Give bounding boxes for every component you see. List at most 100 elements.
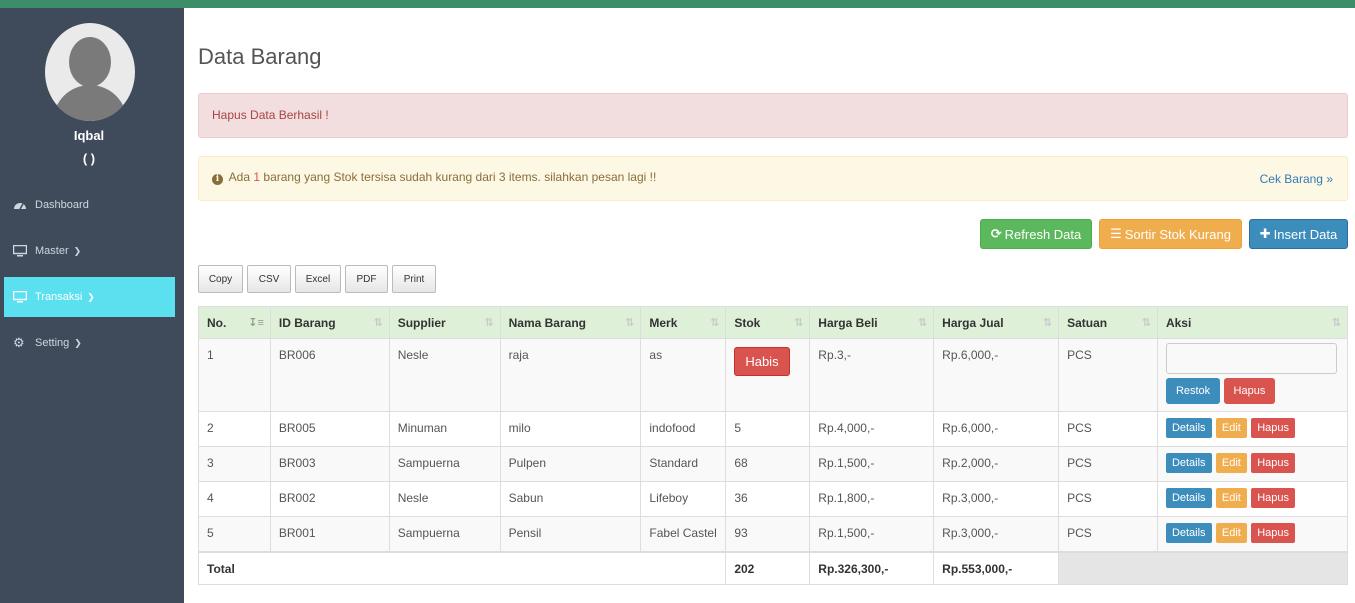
desktop-icon [13, 291, 27, 303]
sort-icon: ⇅ [373, 317, 383, 329]
total-sell-price: Rp.553,000,- [933, 550, 1060, 585]
delete-button[interactable]: Hapus [1251, 418, 1296, 438]
dashboard-icon [14, 203, 26, 210]
cell-id: BR003 [269, 446, 390, 482]
cell-supplier: Sampuerna [388, 516, 501, 552]
table-row: 4 BR002 Nesle Sabun Lifeboy 36 Rp.1,800,… [198, 481, 1349, 517]
details-button[interactable]: Details [1165, 523, 1212, 543]
details-button[interactable]: Details [1165, 488, 1212, 508]
cell-unit: PCS [1058, 338, 1158, 412]
items-table: No. ↧≡ ID Barang ⇅ Supplier ⇅ Nama Barang ⇅ … [197, 306, 1349, 585]
cell-brand: Standard [640, 446, 727, 482]
cell-supplier: Sampuerna [388, 446, 501, 482]
cell-stock: 5 [725, 411, 811, 447]
sidebar-item-dashboard[interactable]: Dashboard [0, 185, 184, 225]
cell-no: 2 [198, 411, 271, 447]
sort-icon: ⇅ [794, 317, 804, 329]
cell-unit: PCS [1058, 481, 1158, 517]
export-csv-button[interactable]: CSV [247, 265, 291, 293]
stock-warning-alert: i Ada 1 barang yang Stok tersisa sudah k… [198, 156, 1348, 201]
sidebar-item-label: Setting [35, 337, 70, 349]
cell-no: 4 [198, 481, 271, 517]
export-pdf-button[interactable]: PDF [345, 265, 388, 293]
cell-buy-price: Rp.3,- [809, 338, 935, 412]
top-bar [0, 0, 1355, 8]
col-header-sell-price[interactable]: Harga Jual ⇅ [933, 306, 1060, 339]
col-header-supplier[interactable]: Supplier ⇅ [388, 306, 501, 339]
delete-button[interactable]: Hapus [1251, 523, 1296, 543]
sidebar-item-setting[interactable]: ⚙ Setting ❯ [0, 323, 184, 363]
cell-name: Pulpen [499, 446, 642, 482]
cell-stock: 68 [725, 446, 811, 482]
cell-stock: Habis [725, 338, 811, 412]
sort-icon: ⇅ [917, 317, 928, 329]
sidebar-item-label: Transaksi [35, 291, 83, 303]
table-row: 3 BR003 Sampuerna Pulpen Standard 68 Rp.… [198, 446, 1349, 482]
col-header-no[interactable]: No. ↧≡ [198, 306, 271, 339]
col-header-id[interactable]: ID Barang ⇅ [269, 306, 390, 339]
out-of-stock-badge: Habis [734, 347, 790, 376]
gear-icon: ⚙ [13, 335, 25, 350]
sidebar-item-label: Master [35, 245, 69, 257]
total-stock: 202 [725, 550, 811, 585]
total-label: Total [197, 550, 727, 585]
col-header-buy-price[interactable]: Harga Beli ⇅ [809, 306, 935, 339]
sort-asc-icon: ↧≡ [248, 317, 264, 329]
cell-stock: 93 [725, 516, 811, 552]
details-button[interactable]: Details [1165, 418, 1212, 438]
cell-name: Sabun [499, 481, 642, 517]
cell-id: BR002 [269, 481, 390, 517]
export-copy-button[interactable]: Copy [198, 265, 243, 293]
cell-action: Restok Hapus [1156, 338, 1349, 412]
col-header-unit[interactable]: Satuan ⇅ [1058, 306, 1158, 339]
details-button[interactable]: Details [1165, 453, 1212, 473]
refresh-icon: ⟳ [990, 226, 1002, 241]
user-name: Iqbal [73, 128, 105, 143]
check-items-link[interactable]: Cek Barang » [1260, 172, 1333, 186]
col-header-name[interactable]: Nama Barang ⇅ [499, 306, 642, 339]
restock-button[interactable]: Restok [1165, 378, 1221, 404]
insert-button[interactable]: ✚ Insert Data [1249, 219, 1348, 249]
sort-icon: ⇅ [1141, 317, 1151, 329]
delete-button[interactable]: Hapus [1251, 453, 1296, 473]
cell-sell-price: Rp.3,000,- [933, 481, 1060, 517]
sort-low-stock-button[interactable]: ☰ Sortir Stok Kurang [1099, 219, 1242, 249]
info-icon: i [212, 174, 223, 185]
cell-buy-price: Rp.1,500,- [809, 446, 935, 482]
desktop-icon [13, 245, 27, 257]
cell-brand: indofood [640, 411, 727, 447]
edit-button[interactable]: Edit [1215, 488, 1247, 508]
alert-text: Hapus Data Berhasil ! [212, 108, 329, 122]
delete-button[interactable]: Hapus [1251, 488, 1296, 508]
edit-button[interactable]: Edit [1215, 418, 1247, 438]
plus-icon: ✚ [1259, 226, 1271, 241]
sidebar-item-transaksi[interactable]: Transaksi ❯ [4, 277, 175, 317]
delete-button[interactable]: Hapus [1223, 378, 1276, 404]
sidebar-nav: Dashboard Master ❯ Transaksi ❯ ⚙ Setting… [0, 185, 184, 369]
sort-icon: ⇅ [1331, 317, 1341, 329]
cell-id: BR001 [269, 516, 390, 552]
chevron-down-icon: ❯ [73, 245, 82, 256]
sort-icon: ⇅ [1042, 317, 1053, 329]
cell-buy-price: Rp.1,800,- [809, 481, 935, 517]
cell-sell-price: Rp.6,000,- [933, 411, 1060, 447]
edit-button[interactable]: Edit [1215, 523, 1247, 543]
cell-supplier: Nesle [388, 481, 501, 517]
edit-button[interactable]: Edit [1215, 453, 1247, 473]
export-excel-button[interactable]: Excel [295, 265, 341, 293]
cell-no: 3 [198, 446, 271, 482]
cell-name: raja [499, 338, 642, 412]
page-title: Data Barang [198, 44, 322, 69]
col-header-brand[interactable]: Merk ⇅ [640, 306, 727, 339]
cell-unit: PCS [1058, 516, 1158, 552]
col-header-stock[interactable]: Stok ⇅ [725, 306, 811, 339]
export-print-button[interactable]: Print [392, 265, 436, 293]
sort-icon: ⇅ [484, 317, 494, 329]
cell-sell-price: Rp.3,000,- [933, 516, 1060, 552]
col-header-action[interactable]: Aksi ⇅ [1156, 306, 1349, 339]
cell-supplier: Minuman [388, 411, 501, 447]
restock-quantity-input[interactable] [1165, 343, 1337, 374]
cell-action: Details Edit Hapus [1156, 411, 1349, 447]
refresh-button[interactable]: ⟳ Refresh Data [980, 219, 1092, 249]
sidebar-item-master[interactable]: Master ❯ [0, 231, 184, 271]
